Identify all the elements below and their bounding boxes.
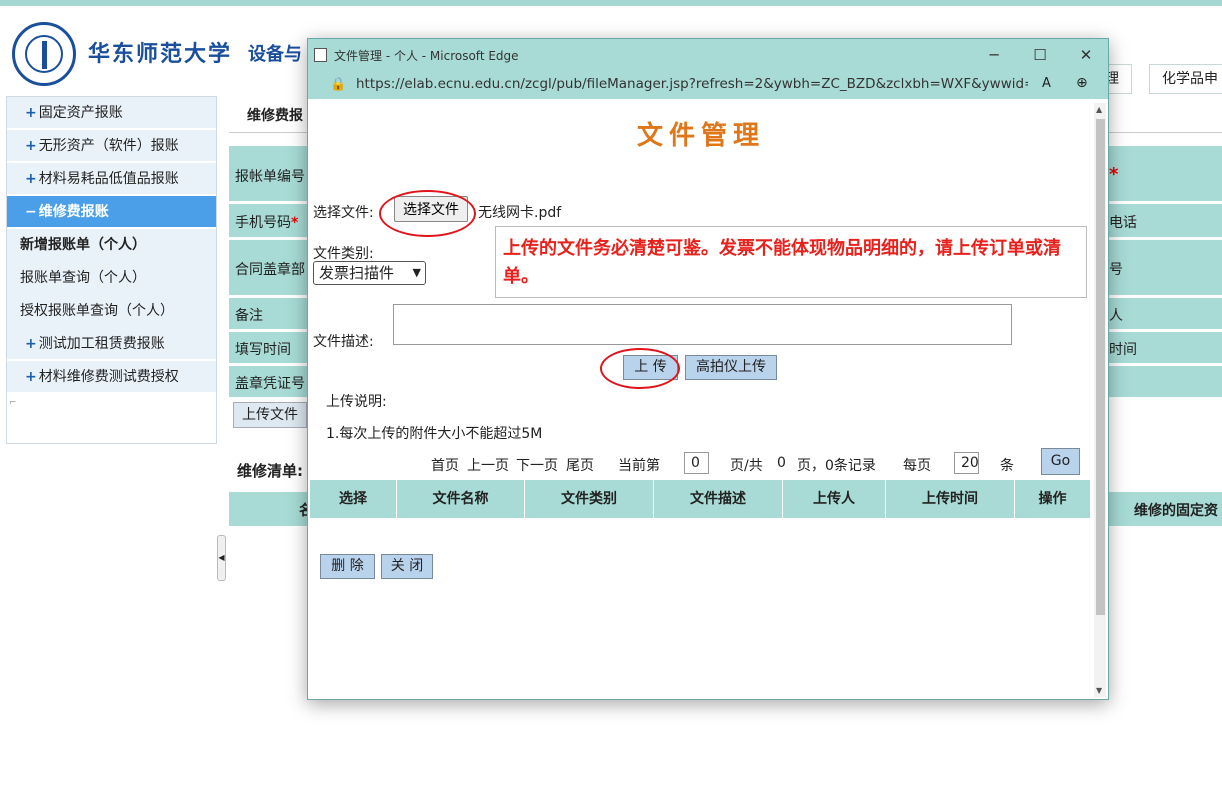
site-subtitle: 设备与 <box>248 44 302 65</box>
col-file-type: 文件类别 <box>525 480 654 518</box>
address-bar: 🔒 https://elab.ecnu.edu.cn/zcgl/pub/file… <box>308 71 1108 99</box>
file-type-select[interactable]: 发票扫描件 ▼ <box>313 261 426 285</box>
chosen-file-name: 无线网卡.pdf <box>478 205 562 221</box>
col-upload-time: 上传时间 <box>886 480 1015 518</box>
maximize-icon[interactable]: ☐ <box>1017 43 1063 67</box>
read-aloud-icon[interactable]: A <box>1042 76 1051 91</box>
collapse-icon: − <box>25 204 37 220</box>
col-uploader: 上传人 <box>783 480 886 518</box>
required-mark: * <box>291 215 299 231</box>
sidebar-subitem-query[interactable]: 报账单查询（个人） <box>7 262 216 295</box>
upload-file-button[interactable]: 上传文件 <box>233 402 307 428</box>
pager-prev[interactable]: 上一页 <box>467 455 509 475</box>
pager-total-pages: 0 <box>777 455 786 471</box>
upload-note: 1.每次上传的附件大小不能超过5M <box>326 426 543 442</box>
file-desc-label: 文件描述: <box>313 334 374 350</box>
annotation-circle <box>379 190 476 237</box>
scroll-up-icon[interactable]: ▲ <box>1096 105 1102 114</box>
pager-per-page-label: 每页 <box>903 458 931 474</box>
pager-go-button[interactable]: Go <box>1041 448 1080 475</box>
sidebar-item-intangible[interactable]: + 无形资产（软件）报账 <box>7 130 216 163</box>
col-select: 选择 <box>310 480 397 518</box>
scanner-upload-button[interactable]: 高拍仪上传 <box>685 355 777 380</box>
university-logo <box>12 22 76 86</box>
scrollbar-thumb[interactable] <box>1096 119 1105 615</box>
pager-last[interactable]: 尾页 <box>566 455 594 475</box>
expand-icon: + <box>25 171 37 187</box>
file-manager-content: 文件管理 选择文件: 选择文件 无线网卡.pdf 文件类别: 发票扫描件 ▼ 上传… <box>308 99 1094 699</box>
site-title: 华东师范大学 <box>88 42 233 67</box>
file-desc-textarea[interactable] <box>393 304 1012 345</box>
col-file-desc: 文件描述 <box>654 480 783 518</box>
col-file-name: 文件名称 <box>397 480 525 518</box>
file-table-header: 选择 文件名称 文件类别 文件描述 上传人 上传时间 操作 <box>310 480 1090 518</box>
pager-per-page-input[interactable]: 20 <box>954 452 979 474</box>
sidebar-item-testing[interactable]: + 测试加工租赁费报账 <box>7 328 216 361</box>
choose-file-label: 选择文件: <box>313 205 374 221</box>
sidebar-footer-mark: ⌐ <box>9 398 17 408</box>
nav-tab-chemicals[interactable]: 化学品申 <box>1149 64 1222 94</box>
pager-next[interactable]: 下一页 <box>516 455 558 475</box>
close-window-icon[interactable]: ✕ <box>1063 43 1109 67</box>
expand-icon: + <box>25 105 37 121</box>
pager: 首页 上一页 下一页 尾页 当前第 0 页/共 0 页，0条记录 每页 20 条 <box>308 451 1094 479</box>
sidebar-subitem-new[interactable]: 新增报账单（个人） <box>7 229 216 262</box>
sidebar-item-authorization[interactable]: + 材料维修费测试费授权 <box>7 361 216 394</box>
sidebar-item-repair[interactable]: − 维修费报账 <box>7 196 216 229</box>
lock-icon[interactable]: 🔒 <box>330 77 346 92</box>
pager-current-input[interactable]: 0 <box>684 452 709 474</box>
delete-button[interactable]: 删 除 <box>320 554 375 579</box>
window-title: 文件管理 - 个人 - Microsoft Edge <box>334 49 519 63</box>
page-title: 文件管理 <box>636 121 765 151</box>
zoom-icon[interactable]: ⊕ <box>1076 75 1088 91</box>
sidebar-item-materials[interactable]: + 材料易耗品低值品报账 <box>7 163 216 196</box>
minimize-icon[interactable]: ─ <box>971 43 1017 67</box>
chevron-down-icon: ▼ <box>412 266 421 279</box>
close-button[interactable]: 关 闭 <box>381 554 433 579</box>
pager-first[interactable]: 首页 <box>431 455 459 475</box>
scroll-down-icon[interactable]: ▼ <box>1096 686 1102 695</box>
vertical-scrollbar[interactable]: ▲ ▼ <box>1094 103 1106 697</box>
required-mark: * <box>1109 164 1119 185</box>
repair-list-title: 维修清单: <box>237 462 303 480</box>
sidebar: + 固定资产报账 + 无形资产（软件）报账 + 材料易耗品低值品报账 − 维修费报账 新… <box>6 96 217 444</box>
file-type-label: 文件类别: <box>313 246 374 262</box>
pager-unit: 条 <box>1000 458 1014 474</box>
col-actions: 操作 <box>1038 491 1067 507</box>
file-manager-window: 文件管理 - 个人 - Microsoft Edge ─ ☐ ✕ 🔒 https… <box>307 38 1109 700</box>
upload-notes-title: 上传说明: <box>326 394 387 410</box>
page-icon <box>314 48 327 62</box>
sidebar-item-fixed-assets[interactable]: + 固定资产报账 <box>7 97 216 130</box>
expand-icon: + <box>25 138 37 154</box>
window-titlebar: 文件管理 - 个人 - Microsoft Edge ─ ☐ ✕ <box>308 39 1108 71</box>
sidebar-subitem-authorized[interactable]: 授权报账单查询（个人） <box>7 295 216 328</box>
pager-total-label: 页/共 <box>730 458 763 474</box>
pager-current-label: 当前第 <box>618 458 660 474</box>
sidebar-collapse-handle[interactable]: ◀ <box>217 535 226 581</box>
annotation-circle <box>600 348 680 389</box>
pager-records: 页，0条记录 <box>797 458 876 474</box>
expand-icon: + <box>25 336 37 352</box>
url-field[interactable]: https://elab.ecnu.edu.cn/zcgl/pub/fileMa… <box>356 76 1028 92</box>
expand-icon: + <box>25 369 37 385</box>
upload-warning: 上传的文件务必清楚可鉴。发票不能体现物品明细的，请上传订单或清单。 <box>495 226 1087 298</box>
